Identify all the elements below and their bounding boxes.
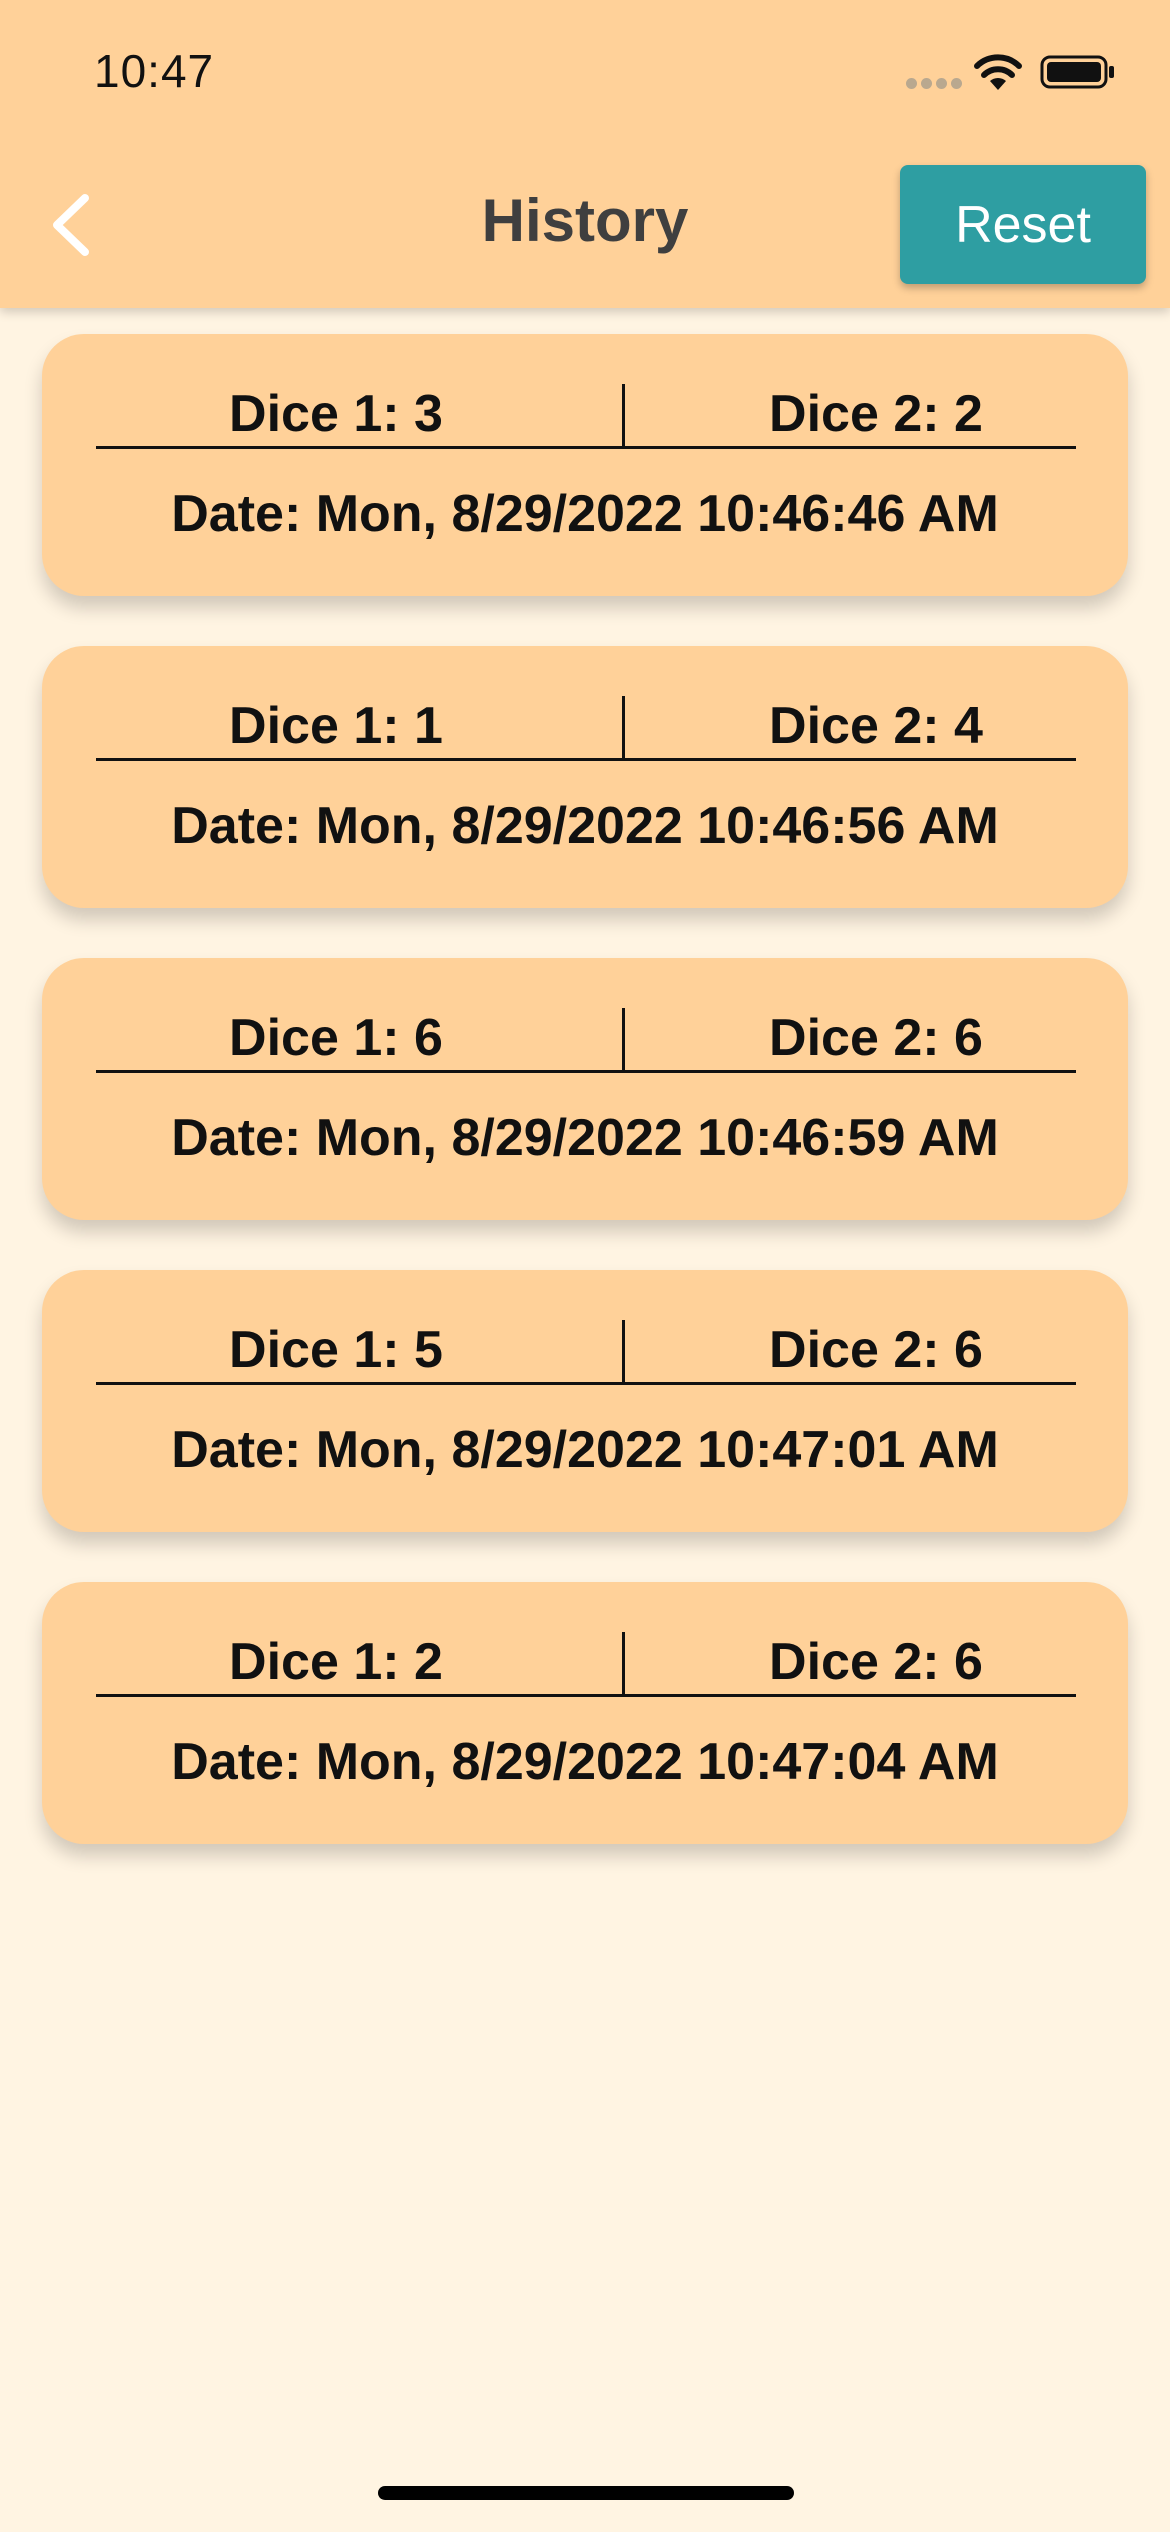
dice-row: Dice 1: 2 Dice 2: 6: [96, 1632, 1076, 1697]
dice-row: Dice 1: 6 Dice 2: 6: [96, 1008, 1076, 1073]
dice-row: Dice 1: 5 Dice 2: 6: [96, 1320, 1076, 1385]
dice-divider: [622, 1008, 625, 1070]
home-indicator[interactable]: [378, 2486, 794, 2500]
dice-2-value: Dice 2: 6: [769, 1009, 983, 1067]
roll-date: Date: Mon, 8/29/2022 10:46:59 AM: [171, 1109, 999, 1167]
history-card: Dice 1: 6 Dice 2: 6 Date: Mon, 8/29/2022…: [42, 958, 1128, 1220]
wifi-icon: [974, 54, 1022, 90]
dice-row: Dice 1: 3 Dice 2: 2: [96, 384, 1076, 449]
history-card: Dice 1: 1 Dice 2: 4 Date: Mon, 8/29/2022…: [42, 646, 1128, 908]
dice-1-value: Dice 1: 5: [229, 1321, 443, 1379]
dice-divider: [622, 1320, 625, 1382]
history-card: Dice 1: 3 Dice 2: 2 Date: Mon, 8/29/2022…: [42, 334, 1128, 596]
history-card: Dice 1: 5 Dice 2: 6 Date: Mon, 8/29/2022…: [42, 1270, 1128, 1532]
roll-date: Date: Mon, 8/29/2022 10:47:04 AM: [171, 1733, 999, 1791]
dice-2-value: Dice 2: 2: [769, 385, 983, 443]
status-time: 10:47: [94, 45, 215, 97]
roll-date: Date: Mon, 8/29/2022 10:46:56 AM: [171, 797, 999, 855]
dice-divider: [622, 696, 625, 758]
dice-1-value: Dice 1: 6: [229, 1009, 443, 1067]
roll-date: Date: Mon, 8/29/2022 10:47:01 AM: [171, 1421, 999, 1479]
battery-icon: [1040, 55, 1114, 89]
dice-1-value: Dice 1: 2: [229, 1633, 443, 1691]
dice-2-value: Dice 2: 4: [769, 697, 983, 755]
dice-row: Dice 1: 1 Dice 2: 4: [96, 696, 1076, 761]
reset-button[interactable]: Reset: [900, 165, 1146, 284]
signal-dots-icon: [906, 78, 962, 90]
dice-divider: [622, 1632, 625, 1694]
app-header: 10:47 History Reset: [0, 0, 1170, 308]
history-list: Dice 1: 3 Dice 2: 2 Date: Mon, 8/29/2022…: [42, 334, 1128, 1894]
dice-1-value: Dice 1: 3: [229, 385, 443, 443]
dice-2-value: Dice 2: 6: [769, 1633, 983, 1691]
history-card: Dice 1: 2 Dice 2: 6 Date: Mon, 8/29/2022…: [42, 1582, 1128, 1844]
roll-date: Date: Mon, 8/29/2022 10:46:46 AM: [171, 485, 999, 543]
dice-1-value: Dice 1: 1: [229, 697, 443, 755]
dice-2-value: Dice 2: 6: [769, 1321, 983, 1379]
dice-divider: [622, 384, 625, 446]
